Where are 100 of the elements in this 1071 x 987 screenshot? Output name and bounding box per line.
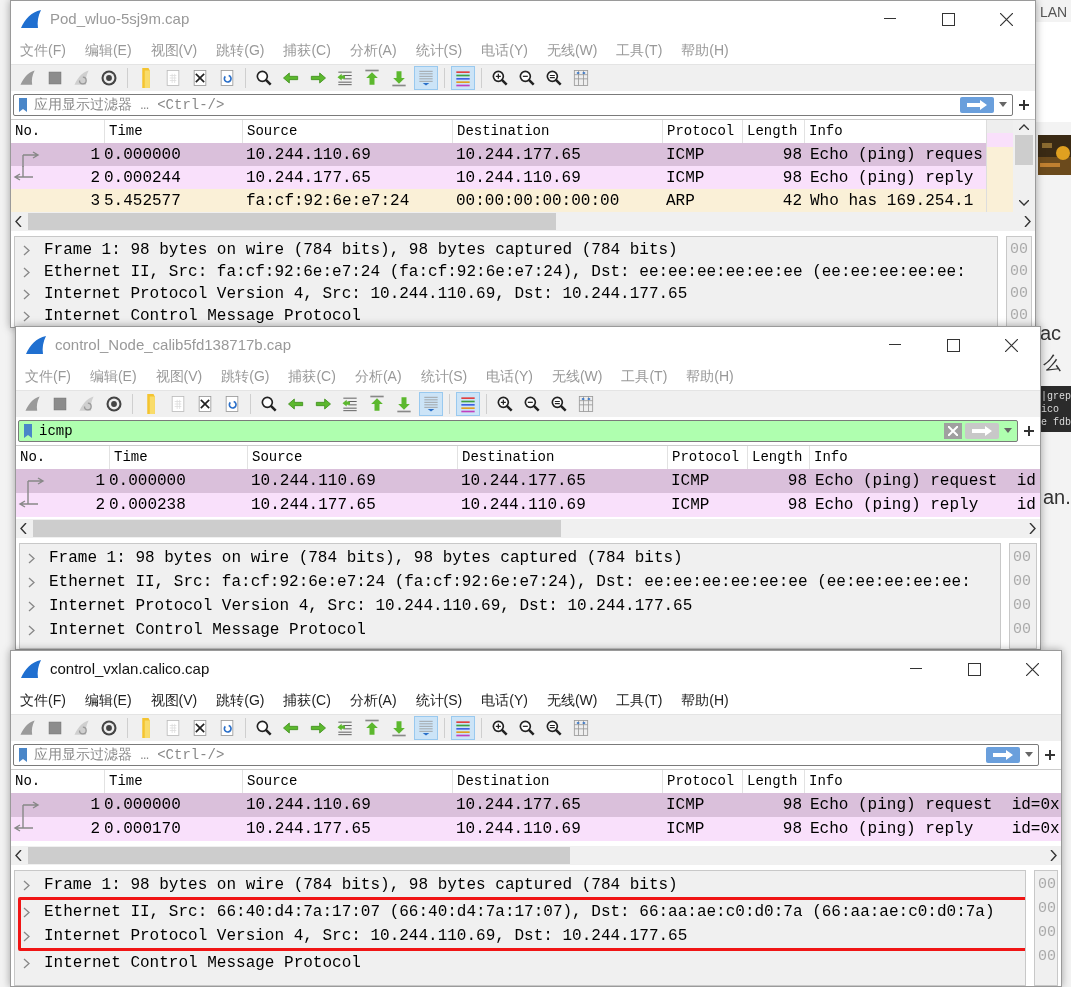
expand-icon[interactable] — [21, 930, 32, 942]
scroll-left-icon — [15, 216, 22, 227]
expand-icon[interactable] — [21, 310, 32, 322]
zoom-in-icon — [495, 394, 515, 414]
scroll-thumb[interactable] — [33, 520, 562, 537]
window-title: control_vxlan.calico.cap — [50, 658, 210, 679]
scroll-left-icon — [15, 850, 22, 861]
hex-byte: 00 — [1038, 922, 1056, 943]
scroll-thumb[interactable] — [1015, 135, 1033, 165]
caret-icon — [1025, 752, 1033, 757]
horizontal-scrollbar[interactable] — [11, 846, 1061, 865]
filter-field[interactable]: 应用显示过滤器 … <Ctrl-/> — [32, 94, 960, 115]
add-icon[interactable] — [1045, 749, 1055, 760]
hex-byte: 00 — [1013, 571, 1031, 592]
table-cell-text: Echo (ping) reques — [809, 145, 984, 166]
horizontal-scrollbar[interactable] — [11, 212, 1035, 231]
expand-icon[interactable] — [26, 600, 37, 612]
shark-fin-icon — [20, 9, 42, 29]
apply-filter-button[interactable] — [986, 746, 1020, 763]
page-text: an. — [1043, 485, 1071, 510]
table-cell-text: 0.000170 — [104, 819, 182, 840]
filter-bar[interactable]: icmp — [18, 419, 1018, 442]
clear-filter-button[interactable] — [944, 422, 962, 439]
packet-row[interactable]: 1 0.000000 10.244.110.69 10.244.177.65 ICMP 98 Echo (ping) request id=0x — [11, 793, 1061, 817]
close-icon — [1025, 662, 1039, 676]
menu-item[interactable]: 捕获(C) — [283, 690, 331, 711]
expand-icon[interactable] — [21, 879, 32, 891]
auto-scroll-icon — [416, 718, 436, 738]
detail-line[interactable]: Ethernet II, Src: 66:40:d4:7a:17:07 (66:40:d4:7a:17:07), Dst: 66:aa:ae:c0:d0:7a (66:aa:ae:c0:d0:7a) — [44, 900, 995, 924]
scroll-thumb[interactable] — [28, 847, 570, 864]
detail-line[interactable]: Internet Control Message Protocol — [49, 618, 366, 642]
scroll-down-icon — [1019, 200, 1029, 206]
filter-bar[interactable]: 应用显示过滤器 … <Ctrl-/> — [13, 93, 1013, 116]
detail-line[interactable]: Internet Control Message Protocol — [44, 304, 361, 326]
detail-line[interactable]: Frame 1: 98 bytes on wire (784 bits), 98 bytes captured (784 bits) — [49, 546, 683, 570]
add-icon[interactable] — [1024, 425, 1034, 436]
detail-line[interactable]: Ethernet II, Src: fa:cf:92:6e:e7:24 (fa:cf:92:6e:e7:24), Dst: ee:ee:ee:ee:ee:ee (ee:ee:ee:ee:ee: — [44, 260, 966, 284]
menu-item[interactable]: 统计(S) — [415, 690, 463, 711]
menu-item[interactable]: 跳转(G) — [216, 690, 265, 711]
shark-fin-icon — [20, 659, 42, 679]
detail-line[interactable]: Internet Protocol Version 4, Src: 10.244.110.69, Dst: 10.244.177.65 — [49, 594, 693, 618]
menu-item[interactable]: 文件(F) — [20, 690, 66, 711]
packet-row[interactable]: 2 0.000238 10.244.177.65 10.244.110.69 ICMP 98 Echo (ping) reply id — [16, 493, 1040, 517]
vertical-scrollbar[interactable] — [1013, 120, 1035, 212]
packet-row[interactable]: 1 0.000000 10.244.110.69 10.244.177.65 ICMP 98 Echo (ping) reques — [11, 143, 986, 166]
settings-icon — [104, 394, 124, 414]
scroll-right-icon — [1029, 523, 1036, 534]
detail-line[interactable]: Frame 1: 98 bytes on wire (784 bits), 98 bytes captured (784 bits) — [44, 873, 678, 897]
menu-item[interactable]: 帮助(H) — [681, 690, 729, 711]
window-title: Pod_wluo-5sj9m.cap — [50, 8, 190, 29]
detail-line[interactable]: Internet Protocol Version 4, Src: 10.244.110.69, Dst: 10.244.177.65 — [44, 282, 688, 306]
column-header[interactable]: No. — [16, 446, 109, 469]
table-cell-text: 3 — [90, 191, 100, 212]
apply-filter-button[interactable] — [960, 96, 994, 113]
menu-item[interactable]: 视图(V) — [150, 690, 198, 711]
hex-byte: 00 — [1010, 305, 1028, 326]
table-cell-text: 2 — [90, 168, 100, 189]
packet-row[interactable]: 3 5.452577 fa:cf:92:6e:e7:24 00:00:00:00:00:00 ARP 42 Who has 169.254.1 — [11, 189, 986, 212]
expand-icon[interactable] — [21, 244, 32, 256]
hex-byte: 00 — [1013, 619, 1031, 640]
expand-icon[interactable] — [21, 906, 32, 918]
menu-item[interactable]: 电话(Y) — [481, 690, 528, 711]
horizontal-scrollbar[interactable] — [16, 519, 1040, 538]
packet-row[interactable]: 2 0.000170 10.244.177.65 10.244.110.69 ICMP 98 Echo (ping) reply id=0x — [11, 817, 1061, 841]
expand-icon[interactable] — [26, 624, 37, 636]
scroll-thumb[interactable] — [28, 213, 557, 230]
table-cell-text: 10.244.177.65 — [460, 471, 587, 492]
expand-icon[interactable] — [21, 266, 32, 278]
table-cell-text: 10.244.177.65 — [455, 145, 582, 166]
detail-line[interactable]: Internet Protocol Version 4, Src: 10.244.110.69, Dst: 10.244.177.65 — [44, 924, 688, 948]
packet-row[interactable]: 2 0.000244 10.244.177.65 10.244.110.69 ICMP 98 Echo (ping) reply — [11, 166, 986, 189]
table-cell-text: 5.452577 — [104, 191, 182, 212]
filter-field[interactable]: 应用显示过滤器 … <Ctrl-/> — [32, 744, 986, 765]
column-header[interactable]: No. — [11, 770, 104, 793]
close-icon — [1004, 338, 1018, 352]
menu-item[interactable]: 编辑(E) — [84, 690, 132, 711]
table-cell-text: 10.244.110.69 — [245, 145, 372, 166]
table-cell-text: 0.000244 — [104, 168, 182, 189]
maximize-icon — [946, 338, 960, 352]
filter-bar[interactable]: 应用显示过滤器 … <Ctrl-/> — [13, 743, 1039, 766]
detail-line[interactable]: Frame 1: 98 bytes on wire (784 bits), 98 bytes captured (784 bits) — [44, 238, 678, 262]
expand-icon[interactable] — [26, 552, 37, 564]
expand-icon[interactable] — [21, 288, 32, 300]
search-icon — [254, 718, 274, 738]
expand-icon[interactable] — [26, 576, 37, 588]
menu-item[interactable]: 无线(W) — [546, 690, 598, 711]
detail-line[interactable]: Ethernet II, Src: fa:cf:92:6e:e7:24 (fa:cf:92:6e:e7:24), Dst: ee:ee:ee:ee:ee:ee (ee:ee:ee:ee:ee: — [49, 570, 971, 594]
detail-line[interactable]: Internet Control Message Protocol — [44, 951, 361, 975]
expand-icon[interactable] — [21, 957, 32, 969]
table-cell-text: 98 — [781, 168, 803, 189]
menu-item[interactable]: 分析(A) — [349, 690, 397, 711]
filter-field[interactable]: icmp — [37, 420, 944, 441]
column-header[interactable]: No. — [11, 120, 104, 143]
right-arrow-icon — [992, 749, 1014, 760]
table-cell-text: 00:00:00:00:00:00 — [455, 191, 621, 212]
colored-lines-icon — [453, 68, 473, 88]
menu-item[interactable]: 工具(T) — [616, 690, 663, 711]
packet-row[interactable]: 1 0.000000 10.244.110.69 10.244.177.65 ICMP 98 Echo (ping) request id — [16, 469, 1040, 493]
add-icon[interactable] — [1019, 99, 1029, 110]
zoom-in-icon — [490, 718, 510, 738]
